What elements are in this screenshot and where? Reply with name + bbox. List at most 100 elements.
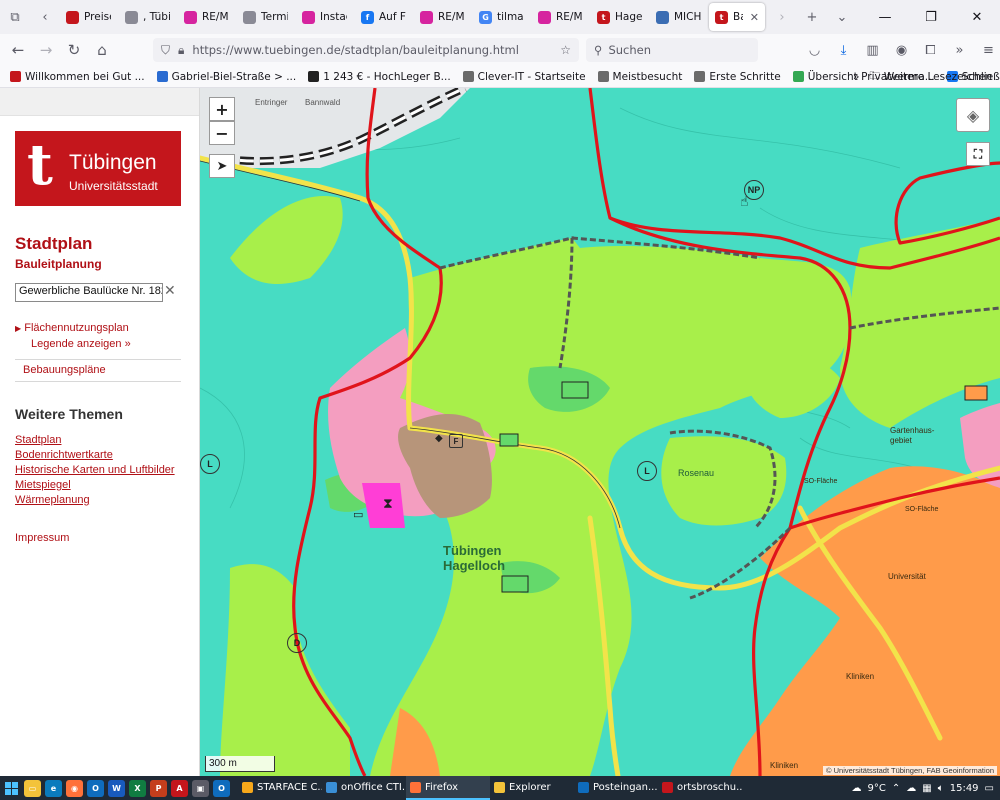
network-icon[interactable]: ▦: [922, 783, 931, 794]
browser-tab[interactable]: f Auf F: [355, 3, 412, 31]
downloads-icon[interactable]: ⤓: [829, 36, 858, 64]
locate-me-button[interactable]: ➤: [209, 154, 235, 178]
extensions-icon[interactable]: ⧠: [916, 36, 945, 64]
bebauungsplaene-link[interactable]: Bebauungspläne: [23, 364, 106, 376]
menu-icon[interactable]: ≡: [974, 36, 1000, 64]
browser-tab[interactable]: Preise: [60, 3, 117, 31]
zoom-in-button[interactable]: +: [209, 97, 235, 121]
excel-icon[interactable]: X: [129, 779, 146, 797]
firefox-icon[interactable]: ◉: [66, 779, 83, 797]
bookmark-label: Gabriel-Biel-Straße > ...: [171, 70, 297, 83]
overflow-chevron-icon[interactable]: »: [945, 36, 974, 64]
monument-marker-d[interactable]: D: [287, 633, 307, 653]
home-icon[interactable]: ⌂: [88, 36, 116, 64]
close-window-icon[interactable]: ✕: [954, 0, 1000, 34]
url-text[interactable]: https://www.tuebingen.de/stadtplan/baule…: [192, 43, 552, 57]
browser-tab[interactable]: t Hagel: [591, 3, 648, 31]
browser-tab[interactable]: Termi: [237, 3, 294, 31]
notification-icon[interactable]: ▭: [985, 783, 994, 794]
weather-icon[interactable]: ☁: [852, 783, 862, 794]
address-bar[interactable]: ⛉ 🔒︎ https://www.tuebingen.de/stadtplan/…: [153, 38, 579, 62]
taskbar-app[interactable]: STARFACE C...: [238, 776, 322, 800]
theme-link-stadtplan[interactable]: Stadtplan: [15, 434, 61, 446]
tuebingen-logo[interactable]: t Tübingen Universitätsstadt: [15, 131, 181, 206]
shield-icon[interactable]: ⛉: [161, 43, 170, 58]
legend-link[interactable]: Legende anzeigen »: [31, 338, 131, 350]
taskbar-app[interactable]: onOffice CTI...: [322, 776, 406, 800]
bookmark-item[interactable]: Clever-IT - Startseite: [462, 71, 586, 83]
start-button[interactable]: [0, 776, 22, 800]
bookmark-star-icon[interactable]: ☆: [560, 43, 571, 57]
layer-switcher-button[interactable]: ◈: [956, 98, 990, 132]
search-bar[interactable]: ⚲ Suchen: [586, 38, 758, 62]
reload-icon[interactable]: ↻: [60, 36, 88, 64]
acrobat-icon[interactable]: A: [171, 779, 188, 797]
bookmark-item[interactable]: Meistbesucht: [597, 71, 682, 83]
taskbar-app[interactable]: Posteingan...: [574, 776, 658, 800]
browser-tab[interactable]: t Bau ✕: [709, 3, 765, 31]
browser-tab[interactable]: Instag: [296, 3, 353, 31]
theme-link-waermeplanung[interactable]: Wärmeplanung: [15, 494, 90, 506]
speaker-icon[interactable]: 🔈︎: [938, 783, 944, 794]
bookmark-item[interactable]: Gabriel-Biel-Straße > ...: [156, 70, 297, 83]
tab-title: RE/M: [556, 11, 583, 23]
outlook-icon-2[interactable]: O: [213, 779, 230, 797]
tab-list-icon[interactable]: ⧉: [0, 0, 30, 34]
file-explorer-icon[interactable]: ▭: [24, 779, 41, 797]
pocket-icon[interactable]: ◡: [800, 36, 829, 64]
word-icon[interactable]: W: [108, 779, 125, 797]
fire-station-marker[interactable]: F: [449, 434, 463, 448]
landscape-marker-l-west[interactable]: L: [200, 454, 220, 474]
minimize-icon[interactable]: —: [862, 0, 908, 34]
forward-icon[interactable]: →: [32, 36, 60, 64]
edge-icon[interactable]: e: [45, 779, 62, 797]
powerpoint-icon[interactable]: P: [150, 779, 167, 797]
taskbar-app[interactable]: Firefox: [406, 776, 490, 800]
browser-tab[interactable]: Gtilman: [473, 3, 530, 31]
new-tab-icon[interactable]: +: [797, 0, 827, 34]
account-icon[interactable]: ◉: [887, 36, 916, 64]
taskbar-app[interactable]: ortsbroschu...: [658, 776, 742, 800]
bookmarks-more-icon[interactable]: »: [853, 71, 859, 83]
browser-tab[interactable]: RE/M: [178, 3, 235, 31]
close-tab-icon[interactable]: ✕: [750, 11, 759, 24]
tab-scroll-right-icon[interactable]: ›: [767, 0, 797, 34]
sidebar-icon[interactable]: ▥: [858, 36, 887, 64]
land-use-map[interactable]: [200, 88, 1000, 776]
browser-tab[interactable]: RE/M: [414, 3, 471, 31]
bookmark-item[interactable]: Erste Schritte: [694, 71, 781, 83]
fullscreen-button[interactable]: ⛶: [966, 142, 990, 166]
bookmark-item[interactable]: 1 243 € - HochLeger B...: [308, 71, 451, 83]
map-canvas[interactable]: NP L L D F ⧗ ◆ ▭ Tübingen Hagelloch Rose…: [200, 88, 1000, 776]
theme-link-historische-karten[interactable]: Historische Karten und Luftbilder: [15, 464, 175, 476]
photos-icon[interactable]: ▣: [192, 779, 209, 797]
outlook-icon[interactable]: O: [87, 779, 104, 797]
browser-tab[interactable]: , Tübi: [119, 3, 176, 31]
weather-temp[interactable]: 9°C: [868, 783, 886, 794]
onedrive-icon[interactable]: ☁: [906, 783, 916, 794]
back-icon[interactable]: ←: [4, 36, 32, 64]
restore-icon[interactable]: ❐: [908, 0, 954, 34]
map-search-input[interactable]: Gewerbliche Baulücke Nr. 1821: [15, 283, 163, 302]
time-display[interactable]: 15:49: [950, 783, 979, 794]
map-copyright[interactable]: © Universitätsstadt Tübingen, FAB Geoinf…: [823, 766, 997, 775]
browser-tab[interactable]: MICH: [650, 3, 707, 31]
tray-chevron-icon[interactable]: ⌃: [892, 783, 900, 794]
landscape-marker-l[interactable]: L: [637, 461, 657, 481]
windows-logo-icon: [4, 781, 18, 795]
bookmark-item[interactable]: Willkommen bei Gut ...: [10, 71, 145, 83]
logo-name: Tübingen: [69, 151, 157, 174]
page-icon: [125, 10, 138, 24]
browser-tab[interactable]: RE/M: [532, 3, 589, 31]
lock-icon[interactable]: 🔒︎: [178, 43, 184, 58]
list-all-tabs-icon[interactable]: ⌄: [827, 0, 857, 34]
other-bookmarks-folder[interactable]: 🗀︎ Weitere Lesezeichen: [869, 68, 992, 86]
theme-link-bodenrichtwert[interactable]: Bodenrichtwertkarte: [15, 449, 113, 461]
theme-link-mietspiegel[interactable]: Mietspiegel: [15, 479, 71, 491]
impressum-link[interactable]: Impressum: [15, 532, 69, 544]
taskbar-app[interactable]: Explorer: [490, 776, 574, 800]
fnp-layer-link[interactable]: ▶ Flächennutzungsplan: [15, 322, 129, 334]
zoom-out-button[interactable]: −: [209, 121, 235, 145]
clear-search-icon[interactable]: ✕: [164, 283, 176, 299]
tab-scroll-left-icon[interactable]: ‹: [30, 0, 60, 34]
